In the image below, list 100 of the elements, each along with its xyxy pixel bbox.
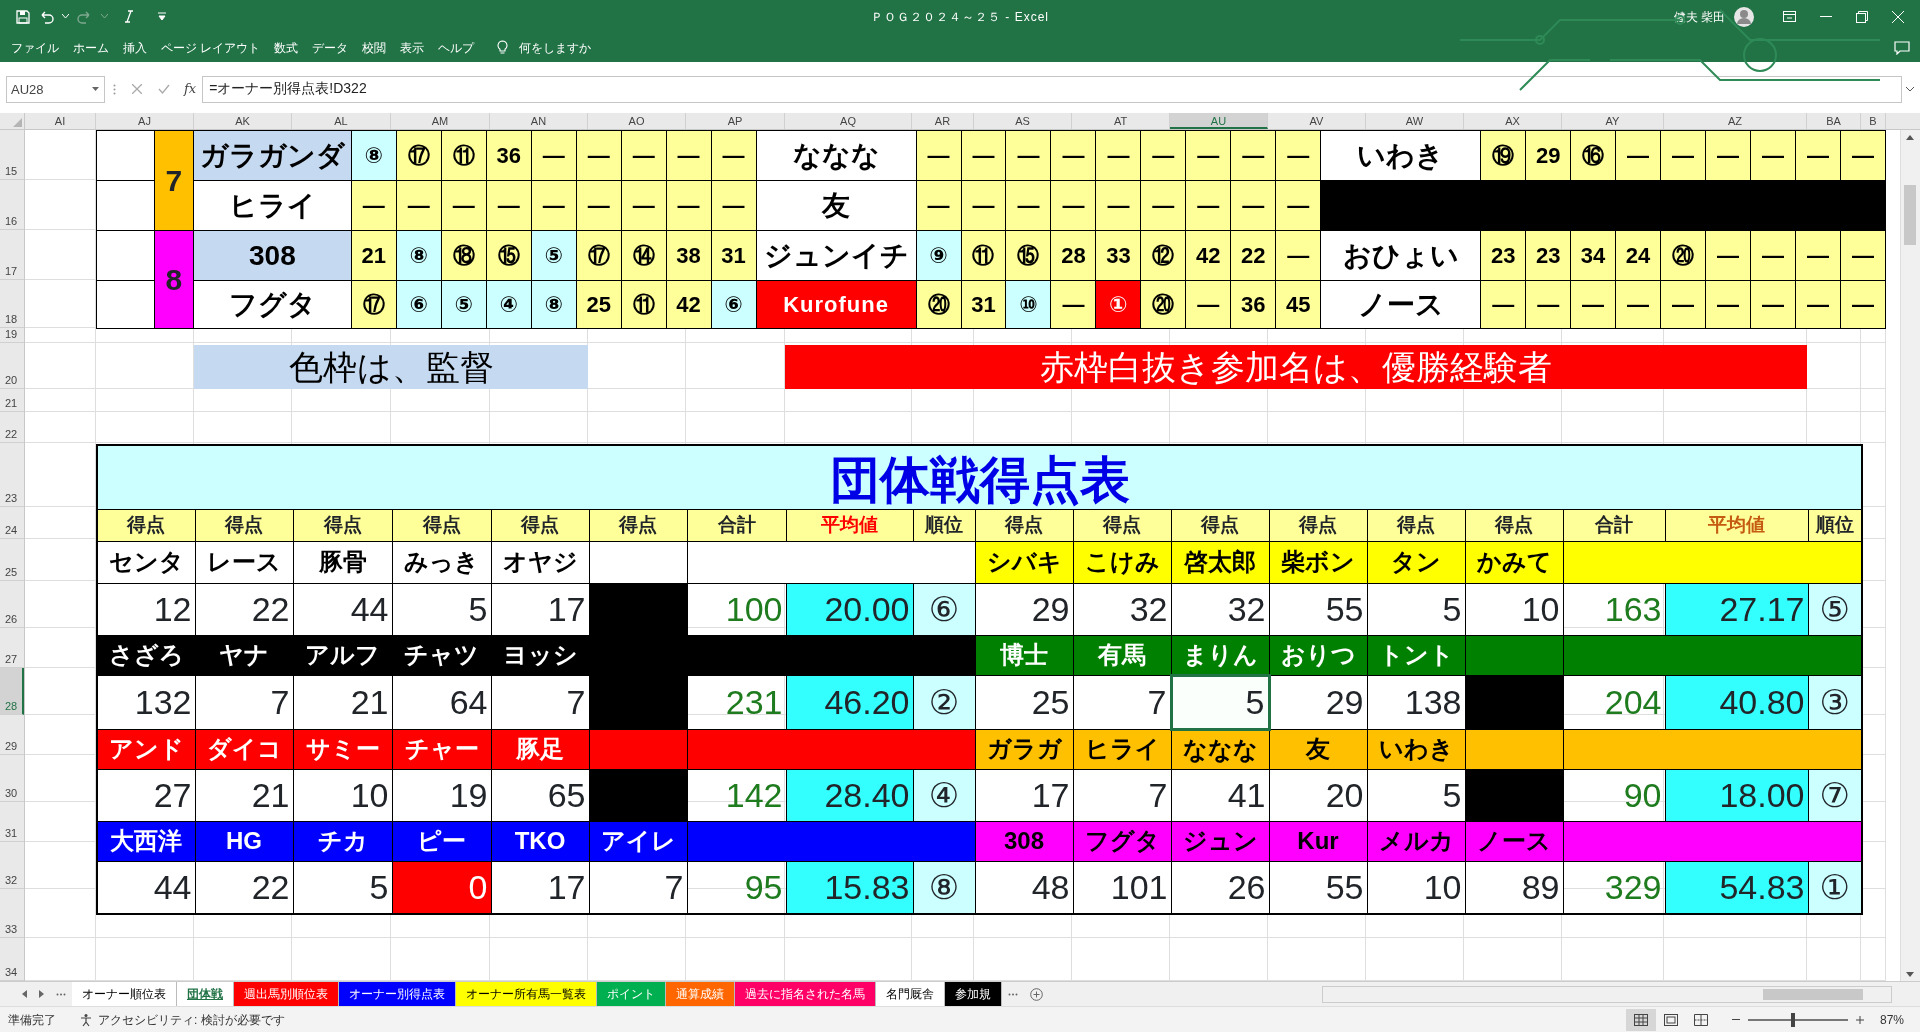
scroll-thumb[interactable] <box>1904 185 1916 245</box>
zoom-in-icon[interactable] <box>1855 1015 1864 1024</box>
row-header[interactable]: 17 <box>0 230 24 280</box>
row-header[interactable]: 19 <box>0 328 24 343</box>
score-cell: 21 <box>195 769 293 821</box>
row-header[interactable]: 20 <box>0 343 24 389</box>
column-header[interactable]: B <box>1861 113 1886 129</box>
rank-cell: ② <box>913 675 975 729</box>
row-header[interactable]: 32 <box>0 842 24 889</box>
customize-icon[interactable] <box>158 12 166 21</box>
column-header[interactable]: AM <box>391 113 490 129</box>
column-header[interactable]: AW <box>1366 113 1464 129</box>
result-cell: ⑭ <box>621 230 667 281</box>
horizontal-scrollbar[interactable] <box>1322 985 1892 1003</box>
result-cell: ⑧ <box>351 130 397 181</box>
column-header[interactable]: AR <box>912 113 974 129</box>
row-header[interactable]: 15 <box>0 130 24 180</box>
column-header[interactable]: AL <box>292 113 391 129</box>
insert-function-button[interactable]: fx <box>178 79 203 99</box>
ribbon-tab[interactable]: ヘルプ <box>431 36 482 59</box>
column-header[interactable]: AQ <box>785 113 912 129</box>
result-cell: — <box>711 130 757 181</box>
row-header[interactable]: 25 <box>0 539 24 581</box>
caret-icon[interactable] <box>1906 86 1914 92</box>
row-header[interactable]: 31 <box>0 802 24 842</box>
column-header[interactable]: AN <box>490 113 588 129</box>
result-cell: — <box>1005 130 1051 181</box>
column-header[interactable]: AU <box>1170 113 1268 129</box>
sheet-tab[interactable]: 名門厩舎 <box>876 982 945 1006</box>
row-header[interactable]: 21 <box>0 389 24 412</box>
column-header[interactable]: AV <box>1268 113 1366 129</box>
caret-icon[interactable] <box>92 86 99 92</box>
column-heading: 得点 <box>1367 509 1465 541</box>
scroll-down-icon[interactable] <box>1906 972 1914 977</box>
column-header[interactable]: AS <box>974 113 1072 129</box>
sheet-tab[interactable]: オーナー順位表 <box>72 982 177 1006</box>
save-icon[interactable] <box>16 9 30 24</box>
accessibility-icon[interactable] <box>80 1012 94 1027</box>
result-cell: ⑥ <box>396 280 442 329</box>
row-header[interactable]: 29 <box>0 715 24 755</box>
row-header[interactable]: 23 <box>0 443 24 507</box>
scroll-up-icon[interactable] <box>1906 135 1914 140</box>
row-header[interactable]: 18 <box>0 280 24 328</box>
sheet-tab[interactable]: 参加規 <box>945 982 1002 1006</box>
ribbon-tab[interactable]: 数式 <box>267 36 306 59</box>
result-cell: — <box>441 180 487 231</box>
column-header[interactable]: AO <box>588 113 686 129</box>
member-name: オヤジ <box>491 541 589 583</box>
result-cell: 38 <box>666 230 712 281</box>
row-header[interactable]: 26 <box>0 581 24 628</box>
member-name: 大西洋 <box>97 821 195 861</box>
column-header[interactable]: BA <box>1807 113 1861 129</box>
avatar-icon[interactable] <box>1733 5 1755 28</box>
formula-field[interactable]: =オーナー別得点表!D322 <box>202 75 1902 103</box>
row-header[interactable]: 16 <box>0 180 24 230</box>
column-header[interactable]: AJ <box>96 113 194 129</box>
sheet-tab[interactable]: オーナー別得点表 <box>339 982 456 1006</box>
ribbon-tab[interactable]: ファイル <box>4 36 66 59</box>
rank-cell: ⑦ <box>1808 769 1862 821</box>
score-cell: 10 <box>293 769 392 821</box>
ribbon-tab[interactable]: 校閲 <box>355 36 394 59</box>
sheet-tab[interactable]: 週出馬別順位表 <box>234 982 339 1006</box>
row-header[interactable]: 33 <box>0 889 24 938</box>
view-icon <box>1693 1014 1708 1027</box>
comment-icon[interactable] <box>1894 40 1910 55</box>
column-header[interactable]: AK <box>194 113 292 129</box>
column-header[interactable]: AZ <box>1664 113 1807 129</box>
column-header[interactable]: AY <box>1562 113 1664 129</box>
sheet-tab[interactable]: 過去に指名された名馬 <box>735 982 876 1006</box>
result-cell: — <box>1705 130 1751 181</box>
result-cell: — <box>1795 130 1841 181</box>
zoom-slider-thumb[interactable] <box>1791 1012 1796 1027</box>
accessibility-status[interactable]: アクセシビリティ: 検討が必要です <box>98 1010 285 1029</box>
column-header[interactable]: AP <box>686 113 785 129</box>
row-header[interactable]: 28 <box>0 668 24 715</box>
row-header[interactable]: 24 <box>0 507 24 539</box>
column-header[interactable]: AX <box>1464 113 1562 129</box>
sheet-tab[interactable]: 団体戦 <box>177 982 234 1006</box>
average-cell: 54.83 <box>1665 861 1808 914</box>
view-button[interactable] <box>1625 1008 1656 1031</box>
sheet-tab[interactable]: オーナー所有馬一覧表 <box>456 982 597 1006</box>
member-name: ヤナ <box>195 635 293 675</box>
result-cell: 28 <box>1050 230 1096 281</box>
tell-me-search[interactable]: 何をしますか <box>512 36 599 59</box>
italic-icon[interactable] <box>124 10 134 23</box>
result-cell: — <box>1140 180 1186 231</box>
caret-icon <box>101 14 108 19</box>
lightbulb-icon[interactable] <box>497 40 509 55</box>
ribbon-tab[interactable]: 表示 <box>393 36 432 59</box>
ribbon-tab[interactable]: ページ レイアウト <box>154 36 268 59</box>
zoom-level[interactable]: 87% <box>1879 1010 1904 1029</box>
ribbon-tab[interactable]: データ <box>305 36 356 59</box>
name-box[interactable]: AU28 <box>6 75 105 103</box>
column-header[interactable]: AI <box>25 113 96 129</box>
row-header[interactable]: 30 <box>0 755 24 802</box>
member-name: ヨッシ <box>491 635 589 675</box>
score-cell: 7 <box>589 861 687 914</box>
row-header[interactable]: 22 <box>0 412 24 443</box>
ribbon-tab[interactable]: 挿入 <box>116 36 154 59</box>
ribbon-tab[interactable]: ホーム <box>66 36 116 59</box>
